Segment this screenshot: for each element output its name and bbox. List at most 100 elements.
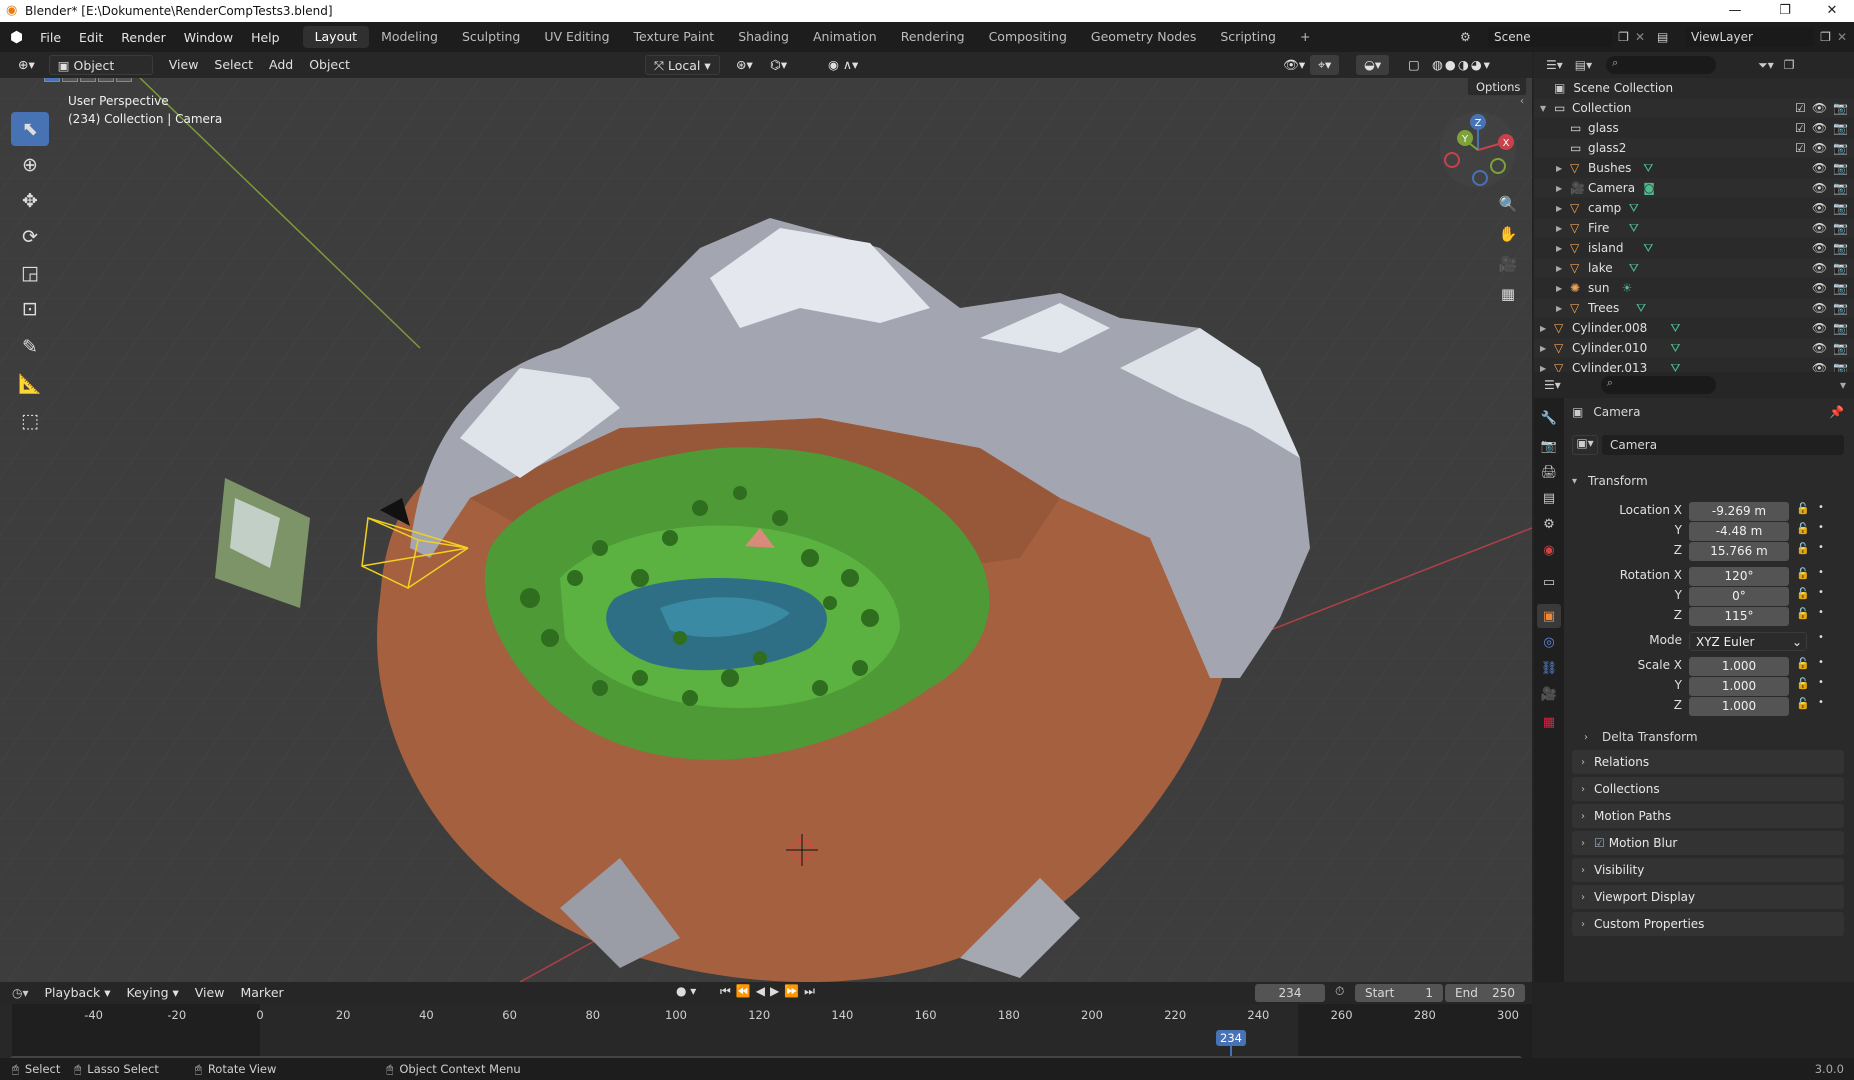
menu-select[interactable]: Select [206,55,261,75]
start-frame-field[interactable]: Start 1 [1355,984,1443,1002]
rotate-tool-icon[interactable]: ⟳ [11,220,49,254]
tab-uv-editing[interactable]: UV Editing [532,26,621,48]
outliner-row-scene-collection[interactable]: ▣ Scene Collection [1534,78,1854,98]
outliner-search-input[interactable]: ⌕ [1606,56,1717,74]
outliner-row-island[interactable]: ▶ ▽ island ⛛ 👁 📷 [1534,238,1854,258]
panel-relations[interactable]: › Relations [1572,750,1844,774]
panel-motion-paths[interactable]: › Motion Paths [1572,804,1844,828]
snap-icon[interactable]: ⌬▾ [762,55,795,75]
render-camera-icon[interactable]: 📷 [1833,221,1848,235]
panel-motion-blur[interactable]: › ☑ Motion Blur [1572,831,1844,855]
cursor-tool-icon[interactable]: ⊕ [11,148,49,182]
eye-icon[interactable]: 👁 [1812,261,1827,275]
physics-tab-icon[interactable]: ◎ [1537,630,1561,654]
editor-type-icon[interactable]: ⊕▾ [10,55,43,75]
render-camera-icon[interactable]: 📷 [1833,101,1848,115]
outliner-editor-icon[interactable]: ☰▾ [1546,58,1563,72]
lock-icon[interactable]: 🔓 [1796,522,1810,535]
menu-render[interactable]: Render [112,30,175,45]
remove-viewlayer-icon[interactable]: ✕ [1837,30,1847,44]
keyframe-dot-icon[interactable]: • [1818,502,1824,513]
mesh-data-icon[interactable]: ⛛ [1629,261,1639,276]
tool-tab-icon[interactable]: 🔧 [1537,406,1561,430]
outliner-row-collection[interactable]: ▼ ▭ Collection ☑ 👁 📷 [1534,98,1854,118]
overlay-toggle-icon[interactable]: ◒▾ [1356,55,1390,75]
world-tab-icon[interactable]: ◉ [1537,538,1561,562]
expand-arrow-icon[interactable]: ▶ [1556,244,1562,253]
panel-collections[interactable]: › Collections [1572,777,1844,801]
render-camera-icon[interactable]: 📷 [1833,181,1848,195]
mesh-data-icon[interactable]: ⛛ [1629,221,1639,236]
mesh-data-icon[interactable]: ⛛ [1670,321,1680,336]
add-workspace-button[interactable]: + [1288,26,1322,48]
light-data-icon[interactable]: ☀ [1622,281,1633,295]
rotation-x-field[interactable]: 120° [1689,567,1789,586]
scale-tool-icon[interactable]: ◲ [11,256,49,290]
eye-icon[interactable]: 👁 [1812,321,1827,335]
menu-help[interactable]: Help [242,30,289,45]
view-layer-tab-icon[interactable]: ▤ [1537,486,1561,510]
location-y-field[interactable]: -4.48 m [1689,522,1789,541]
scene-tab-icon[interactable]: ⚙ [1537,512,1561,536]
select-subtract-icon[interactable] [80,78,96,82]
mesh-data-icon[interactable]: ⛛ [1629,201,1639,216]
object-name-field[interactable]: Camera [1602,435,1844,455]
outliner-row-cylinder-008[interactable]: ▶ ▽ Cylinder.008 ⛛ 👁 📷 [1534,318,1854,338]
keyframe-dot-icon[interactable]: • [1818,697,1824,708]
keyframe-dot-icon[interactable]: • [1818,632,1824,643]
lock-icon[interactable]: 🔓 [1796,657,1810,670]
location-x-field[interactable]: -9.269 m [1689,502,1789,521]
select-box-tool-icon[interactable]: ⬉ [11,112,49,146]
end-frame-field[interactable]: End 250 [1445,984,1525,1002]
motion-blur-checkbox[interactable]: ☑ [1594,836,1605,850]
expand-arrow-icon[interactable]: ▶ [1556,164,1562,173]
rotation-mode-dropdown[interactable]: XYZ Euler ⌄ [1689,632,1807,651]
keying-menu[interactable]: Keying ▾ [119,983,187,1003]
keyframe-dot-icon[interactable]: • [1818,587,1824,598]
timeline-view-menu[interactable]: View [187,983,233,1003]
constraints-tab-icon[interactable]: ⛓ [1537,656,1561,680]
lock-icon[interactable]: 🔓 [1796,677,1810,690]
outliner-row-cylinder-010[interactable]: ▶ ▽ Cylinder.010 ⛛ 👁 📷 [1534,338,1854,358]
collection-tab-icon[interactable]: ▭ [1537,570,1561,594]
menu-add[interactable]: Add [261,55,301,75]
outliner-row-sun[interactable]: ▶ ✺ sun ☀ 👁 📷 [1534,278,1854,298]
options-dropdown[interactable]: Options [1467,78,1527,96]
playhead-frame-label[interactable]: 234 [1216,1030,1246,1046]
eye-icon[interactable]: 👁 [1812,301,1827,315]
exclude-checkbox-icon[interactable]: ☑ [1795,101,1806,115]
outliner-row-bushes[interactable]: ▶ ▽ Bushes ⛛ 👁 📷 [1534,158,1854,178]
rotation-z-field[interactable]: 115° [1689,607,1789,626]
camera-data-icon[interactable]: ◙ [1643,181,1655,195]
panel-custom-properties[interactable]: › Custom Properties [1572,912,1844,936]
playback-menu[interactable]: Playback ▾ [37,983,119,1003]
proportional-edit-icon[interactable]: ◉ ∧▾ [820,55,866,75]
select-intersect-icon[interactable] [116,78,132,82]
render-camera-icon[interactable]: 📷 [1833,121,1848,135]
shading-modes-icon[interactable]: ◍●◑◕▾ [1424,55,1500,75]
orientation-dropdown[interactable]: ⤧ Local ▾ [645,55,720,75]
expand-arrow-icon[interactable]: ▶ [1556,204,1562,213]
record-icon[interactable]: ● ▾ [676,984,696,998]
timeline-editor-icon[interactable]: ◷▾ [12,986,29,1000]
render-camera-icon[interactable]: 📷 [1833,261,1848,275]
viewlayer-field[interactable]: ViewLayer [1685,27,1815,47]
new-scene-icon[interactable]: ❐ [1618,30,1629,44]
tab-sculpting[interactable]: Sculpting [450,26,532,48]
scale-y-field[interactable]: 1.000 [1689,677,1789,696]
3d-viewport[interactable]: Z X Y User Perspective (234) Collection … [0,78,1532,982]
move-tool-icon[interactable]: ✥ [11,184,49,218]
remove-scene-icon[interactable]: ✕ [1635,30,1645,44]
scale-z-field[interactable]: 1.000 [1689,697,1789,716]
eye-icon[interactable]: 👁 [1812,241,1827,255]
outliner-row-fire[interactable]: ▶ ▽ Fire ⛛ 👁 📷 [1534,218,1854,238]
properties-options-icon[interactable]: ▾ [1840,378,1846,392]
outliner-row-glass[interactable]: ▭ glass ☑ 👁 📷 [1534,118,1854,138]
render-camera-icon[interactable]: 📷 [1833,141,1848,155]
eye-icon[interactable]: 👁 [1812,141,1827,155]
scene-selector[interactable]: ⚙ Scene ❐ ✕ [1460,26,1645,48]
mesh-data-icon[interactable]: ⛛ [1643,161,1653,176]
lock-icon[interactable]: 🔓 [1796,502,1810,515]
select-extend-icon[interactable] [62,78,78,82]
menu-window[interactable]: Window [175,30,242,45]
